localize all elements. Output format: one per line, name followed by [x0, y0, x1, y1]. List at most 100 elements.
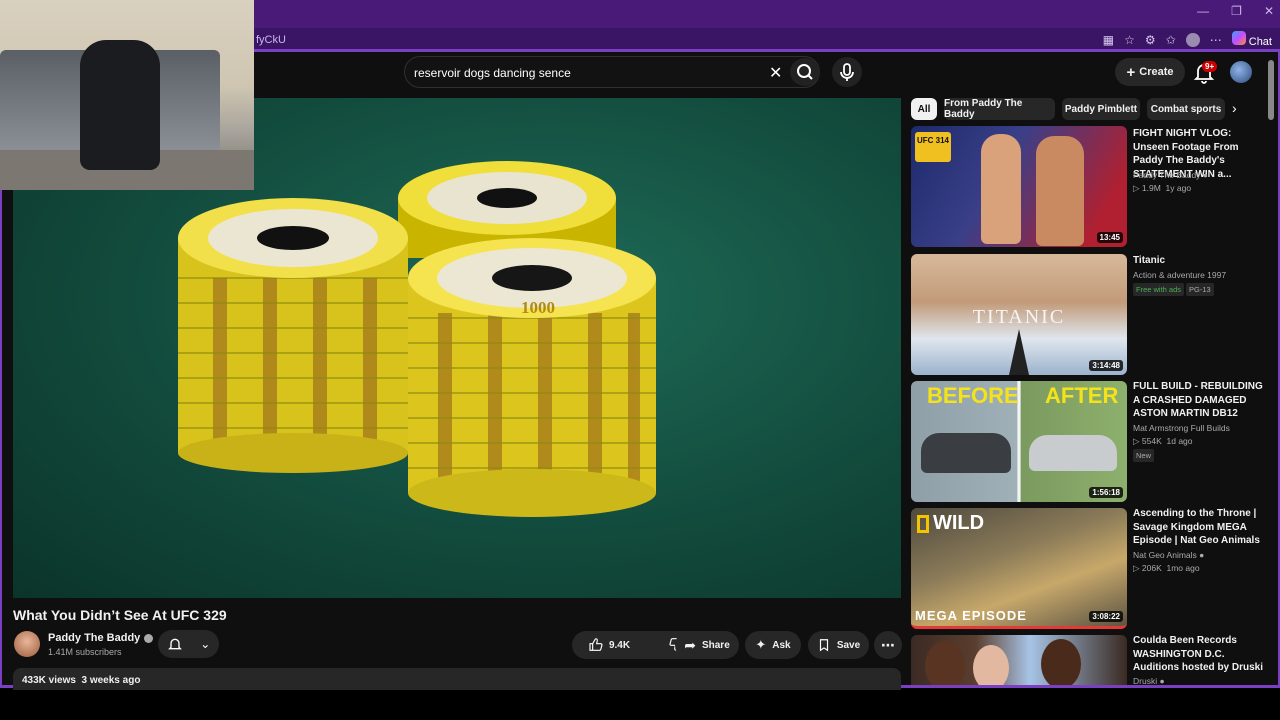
duration-badge: 1:56:18 [1089, 487, 1123, 498]
more-icon[interactable]: ⋯ [1210, 33, 1222, 47]
url-text[interactable]: fyCkU [256, 34, 286, 46]
duration-badge: 3:08:22 [1089, 611, 1123, 622]
chevron-right-icon[interactable]: › [1232, 100, 1237, 116]
rec-thumbnail-2[interactable]: TITANIC 3:14:48 [911, 254, 1127, 375]
like-button[interactable]: 9.4K [588, 637, 630, 653]
rec-genre-2: Action & adventure 1997 [1133, 270, 1227, 280]
rec-channel-name[interactable]: Nat Geo Animals [1133, 550, 1197, 560]
chip-combat-sports[interactable]: Combat sports [1147, 98, 1225, 120]
ufc-badge: UFC 314 [915, 132, 951, 162]
chip-all[interactable]: All [911, 98, 937, 120]
person-3 [1041, 639, 1081, 685]
split-screen-icon[interactable]: ▦ [1103, 33, 1114, 47]
rec-age: 1d ago [1166, 436, 1193, 446]
verified-icon [144, 633, 154, 643]
close-window-icon[interactable]: ✕ [1264, 4, 1274, 18]
video-title: What You Didn’t See At UFC 329 [13, 607, 227, 623]
rec-stats-3: ▷ 554K 1d ago [1133, 436, 1193, 446]
save-label: Save [836, 639, 861, 651]
rec-tags-2: Free with ads PG-13 [1133, 283, 1216, 296]
copilot-icon [1231, 31, 1246, 45]
rec-new-tag-row: New [1133, 449, 1156, 462]
account-avatar[interactable] [1230, 61, 1252, 83]
rec-age: 1y ago [1165, 183, 1192, 193]
more-actions-button[interactable]: ⋯ [874, 631, 902, 659]
rating-tag: PG-13 [1186, 283, 1214, 296]
rec-channel-5: Druski ● [1133, 676, 1165, 686]
person-1 [925, 641, 965, 685]
restore-icon[interactable]: ❐ [1231, 4, 1242, 18]
ask-button[interactable]: ✦ Ask [745, 631, 801, 659]
clear-search-icon[interactable]: ✕ [769, 63, 782, 83]
microphone-icon [840, 63, 854, 81]
profile-icon[interactable] [1185, 32, 1200, 47]
thumbs-up-icon [589, 638, 603, 651]
create-button[interactable]: + Create [1115, 58, 1185, 86]
minimize-icon[interactable]: — [1197, 4, 1209, 18]
share-label: Share [701, 639, 730, 651]
rec-age: 1mo ago [1166, 563, 1200, 573]
page-scrollbar[interactable] [1268, 60, 1274, 120]
channel-name-text[interactable]: Paddy The Baddy [48, 632, 140, 644]
favorite-star-icon[interactable]: ☆ [1124, 33, 1135, 47]
chip-stack-front: 1000 [408, 238, 656, 517]
view-count: 433K views [22, 675, 76, 686]
rec-thumbnail-4[interactable]: WILD MEGA EPISODE 3:08:22 [911, 508, 1127, 629]
free-with-ads-tag: Free with ads [1133, 283, 1185, 296]
wild-label: WILD [933, 512, 985, 534]
subscription-bell-button[interactable]: ⌄ [158, 630, 219, 658]
favorites-icon[interactable]: ✩ [1166, 33, 1176, 47]
fighter-figure-2 [1036, 136, 1084, 246]
duration-badge: 3:14:48 [1089, 360, 1123, 371]
search-input[interactable]: reservoir dogs dancing sence [414, 66, 571, 80]
new-tag: New [1133, 449, 1155, 462]
share-button[interactable]: ➦ Share [675, 631, 739, 659]
rebuilt-car [1029, 435, 1117, 471]
rec-title-5[interactable]: Coulda Been Records WASHINGTON D.C. Audi… [1133, 634, 1263, 675]
natgeo-frame-icon [917, 514, 929, 533]
crashed-car [921, 433, 1011, 473]
search-box[interactable]: reservoir dogs dancing sence ✕ [404, 56, 820, 88]
sparkle-icon: ✦ [755, 637, 767, 652]
ship-bow [1009, 329, 1029, 375]
description-stats: 433K views 3 weeks ago [22, 675, 140, 686]
share-icon: ➦ [684, 636, 696, 653]
person-2 [973, 645, 1009, 685]
mega-episode-label: MEGA EPISODE [915, 608, 1027, 623]
rec-views: 1.9M [1141, 183, 1161, 193]
rec-channel-1: Paddy The Baddy ● [1133, 170, 1208, 180]
plus-icon: + [1126, 63, 1136, 81]
search-button[interactable] [790, 58, 820, 86]
voice-search-button[interactable] [832, 57, 862, 87]
rec-title-3[interactable]: FULL BUILD - REBUILDING A CRASHED DAMAGE… [1133, 380, 1263, 421]
chip-stack-left [178, 198, 408, 473]
notification-badge: 9+ [1202, 61, 1218, 72]
rec-title-2[interactable]: Titanic [1133, 254, 1263, 268]
save-button[interactable]: Save [808, 631, 869, 659]
natgeo-wild-logo: WILD [917, 512, 984, 535]
rec-title-4[interactable]: Ascending to the Throne | Savage Kingdom… [1133, 507, 1263, 548]
duration-badge: 13:45 [1096, 232, 1123, 243]
after-label: AFTER [1045, 383, 1119, 408]
rec-channel-name[interactable]: Druski [1133, 676, 1157, 686]
ask-label: Ask [772, 639, 791, 651]
description-box[interactable]: 433K views 3 weeks ago [13, 668, 901, 690]
upload-age: 3 weeks ago [81, 675, 141, 686]
window-controls: — ❐ ✕ [1197, 4, 1274, 18]
browser-toolbar: ▦ ☆ ⚙ ✩ ⋯ Chat [1103, 31, 1272, 48]
rec-thumbnail-5[interactable] [911, 635, 1127, 685]
bookmark-icon [819, 639, 828, 652]
rec-thumbnail-3[interactable]: BEFORE AFTER 1:56:18 [911, 381, 1127, 502]
subscriber-count: 1.41M subscribers [48, 647, 122, 657]
rec-channel-name[interactable]: Paddy The Baddy [1133, 170, 1200, 180]
chat-button[interactable]: Chat [1231, 31, 1272, 48]
chip-from-channel[interactable]: From Paddy The Baddy [944, 98, 1055, 120]
channel-avatar[interactable] [14, 631, 40, 657]
rec-stats-4: ▷ 206K 1mo ago [1133, 563, 1200, 573]
extensions-icon[interactable]: ⚙ [1145, 33, 1156, 47]
channel-name[interactable]: Paddy The Baddy [48, 632, 154, 644]
rec-thumbnail-1[interactable]: UFC 314 13:45 [911, 126, 1127, 247]
chip-paddy-pimblett[interactable]: Paddy Pimblett [1062, 98, 1140, 120]
webcam-overlay [0, 0, 254, 190]
rec-channel-3[interactable]: Mat Armstrong Full Builds [1133, 423, 1230, 433]
